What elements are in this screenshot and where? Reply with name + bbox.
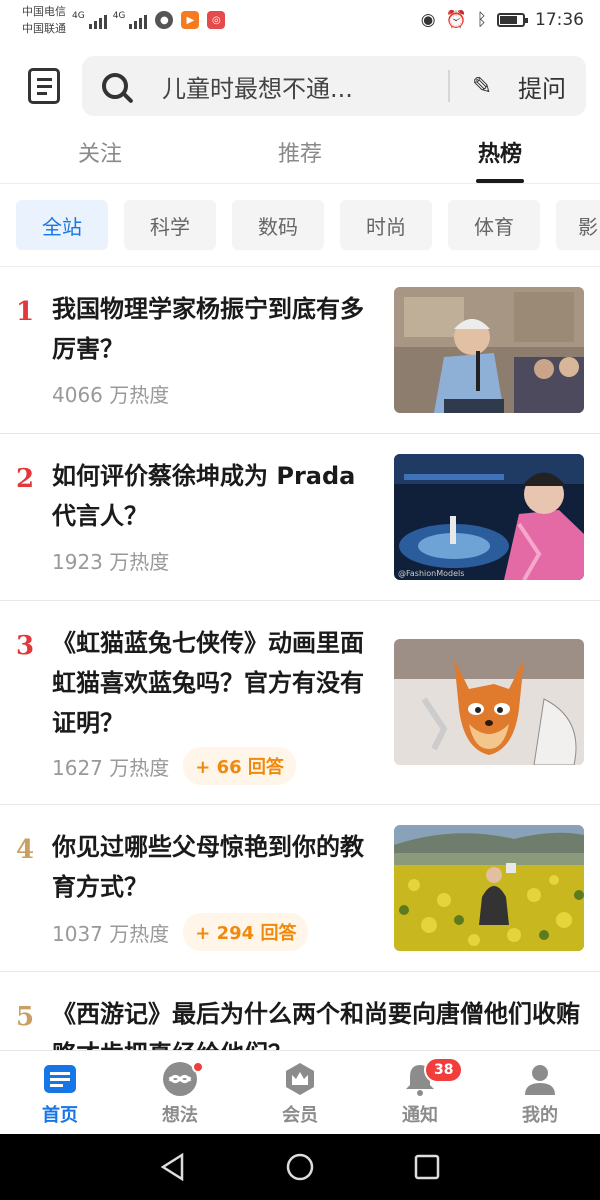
question-title[interactable]: 我国物理学家杨振宁到底有多厉害？ — [52, 289, 378, 369]
bottom-navigation: 首页 想法 会员 38 通知 我的 — [0, 1050, 600, 1134]
heat-count: 1037 万热度 — [52, 921, 170, 946]
nav-profile[interactable]: 我的 — [480, 1051, 600, 1134]
signal-1-icon: 4G — [72, 11, 107, 29]
thumbnail-image[interactable] — [394, 287, 584, 413]
category-bar: 全站 科学 数码 时尚 体育 影 — [16, 200, 600, 250]
profile-icon — [522, 1061, 558, 1097]
heat-count: 4066 万热度 — [52, 383, 170, 407]
search-input[interactable]: 儿童时最想不通... — [162, 69, 432, 104]
new-answers-badge[interactable]: + 66 回答 — [183, 747, 296, 785]
search-divider — [448, 70, 450, 102]
system-navigation-bar — [0, 1134, 600, 1200]
app-notification-icon: ● — [155, 11, 174, 29]
search-bar[interactable]: 儿童时最想不通... ✎ 提问 — [82, 56, 586, 116]
nav-ideas-label: 想法 — [162, 1105, 198, 1126]
search-icon — [102, 73, 128, 99]
nav-membership-label: 会员 — [282, 1105, 318, 1126]
nav-notifications-label: 通知 — [402, 1105, 438, 1126]
tab-hot[interactable]: 热榜 — [400, 132, 600, 183]
bank-app-icon: ◎ — [207, 11, 226, 29]
tab-follow[interactable]: 关注 — [0, 132, 200, 183]
heat-count: 1627 万热度 — [52, 755, 170, 780]
nav-home[interactable]: 首页 — [0, 1051, 120, 1134]
thumbnail-caption: @FashionModels — [398, 569, 465, 578]
bluetooth-icon: ᛒ — [476, 10, 487, 30]
signal-2-icon: 4G — [113, 11, 148, 29]
back-icon[interactable] — [158, 1152, 188, 1182]
nav-notifications[interactable]: 38 通知 — [360, 1051, 480, 1134]
nav-membership[interactable]: 会员 — [240, 1051, 360, 1134]
ask-button[interactable]: 提问 — [518, 69, 566, 104]
nav-ideas[interactable]: 想法 — [120, 1051, 240, 1134]
category-film[interactable]: 影 — [556, 200, 600, 250]
thumbnail-image[interactable] — [394, 825, 584, 951]
feed-tabs: 关注 推荐 热榜 — [0, 132, 600, 184]
rank-number: 2 — [16, 464, 35, 494]
crown-icon — [282, 1061, 318, 1097]
question-title[interactable]: 《虹猫蓝兔七侠传》动画里面虹猫喜欢蓝兔吗？官方有没有证明？ — [52, 623, 378, 743]
video-app-icon: ▶ — [181, 11, 200, 29]
list-item[interactable]: 1 我国物理学家杨振宁到底有多厉害？ 4066 万热度 — [0, 267, 600, 434]
notification-badge: 38 — [424, 1057, 464, 1083]
status-bar: 中国电信 中国联通 4G 4G ● ▶ ◎ ◉ ⏰ ᛒ 17:36 — [0, 0, 600, 40]
question-title[interactable]: 你见过哪些父母惊艳到你的教育方式？ — [52, 827, 378, 907]
carrier-1: 中国电信 — [22, 5, 66, 18]
category-fashion[interactable]: 时尚 — [340, 200, 432, 250]
carrier-info: 中国电信 中国联通 — [22, 3, 66, 37]
rank-number: 1 — [16, 297, 35, 327]
category-all[interactable]: 全站 — [16, 200, 108, 250]
notification-dot — [192, 1061, 204, 1073]
new-answers-badge[interactable]: + 294 回答 — [183, 913, 309, 951]
list-item[interactable]: 2 如何评价蔡徐坤成为 Prada 代言人？ 1923 万热度 @Fashion… — [0, 434, 600, 601]
question-title[interactable]: 如何评价蔡徐坤成为 Prada 代言人？ — [52, 456, 378, 536]
battery-icon — [497, 13, 528, 27]
document-icon[interactable] — [28, 68, 60, 104]
home-icon — [42, 1061, 78, 1097]
top-bar: 儿童时最想不通... ✎ 提问 — [0, 40, 600, 132]
rank-number: 4 — [16, 835, 35, 865]
home-circle-icon[interactable] — [285, 1152, 315, 1182]
tab-recommend[interactable]: 推荐 — [200, 132, 400, 183]
thumbnail-image[interactable]: @FashionModels — [394, 454, 584, 580]
rank-number: 5 — [16, 1002, 35, 1032]
eye-icon: ◉ — [420, 10, 436, 30]
category-digital[interactable]: 数码 — [232, 200, 324, 250]
nav-home-label: 首页 — [42, 1105, 78, 1126]
nav-profile-label: 我的 — [522, 1105, 558, 1126]
thumbnail-image[interactable] — [394, 639, 584, 765]
carrier-2: 中国联通 — [22, 22, 66, 35]
recents-icon[interactable] — [412, 1152, 442, 1182]
list-item[interactable]: 3 《虹猫蓝兔七侠传》动画里面虹猫喜欢蓝兔吗？官方有没有证明？ 1627 万热度… — [0, 601, 600, 805]
rank-number: 3 — [16, 631, 35, 661]
clock: 17:36 — [535, 10, 584, 30]
category-sports[interactable]: 体育 — [448, 200, 540, 250]
alarm-icon: ⏰ — [445, 10, 467, 30]
list-item[interactable]: 4 你见过哪些父母惊艳到你的教育方式？ 1037 万热度 + 294 回答 — [0, 805, 600, 972]
heat-count: 1923 万热度 — [52, 550, 170, 574]
pencil-icon: ✎ — [472, 72, 493, 100]
category-science[interactable]: 科学 — [124, 200, 216, 250]
hot-list: 1 我国物理学家杨振宁到底有多厉害？ 4066 万热度 2 如何评价蔡徐坤成为 … — [0, 267, 600, 1092]
